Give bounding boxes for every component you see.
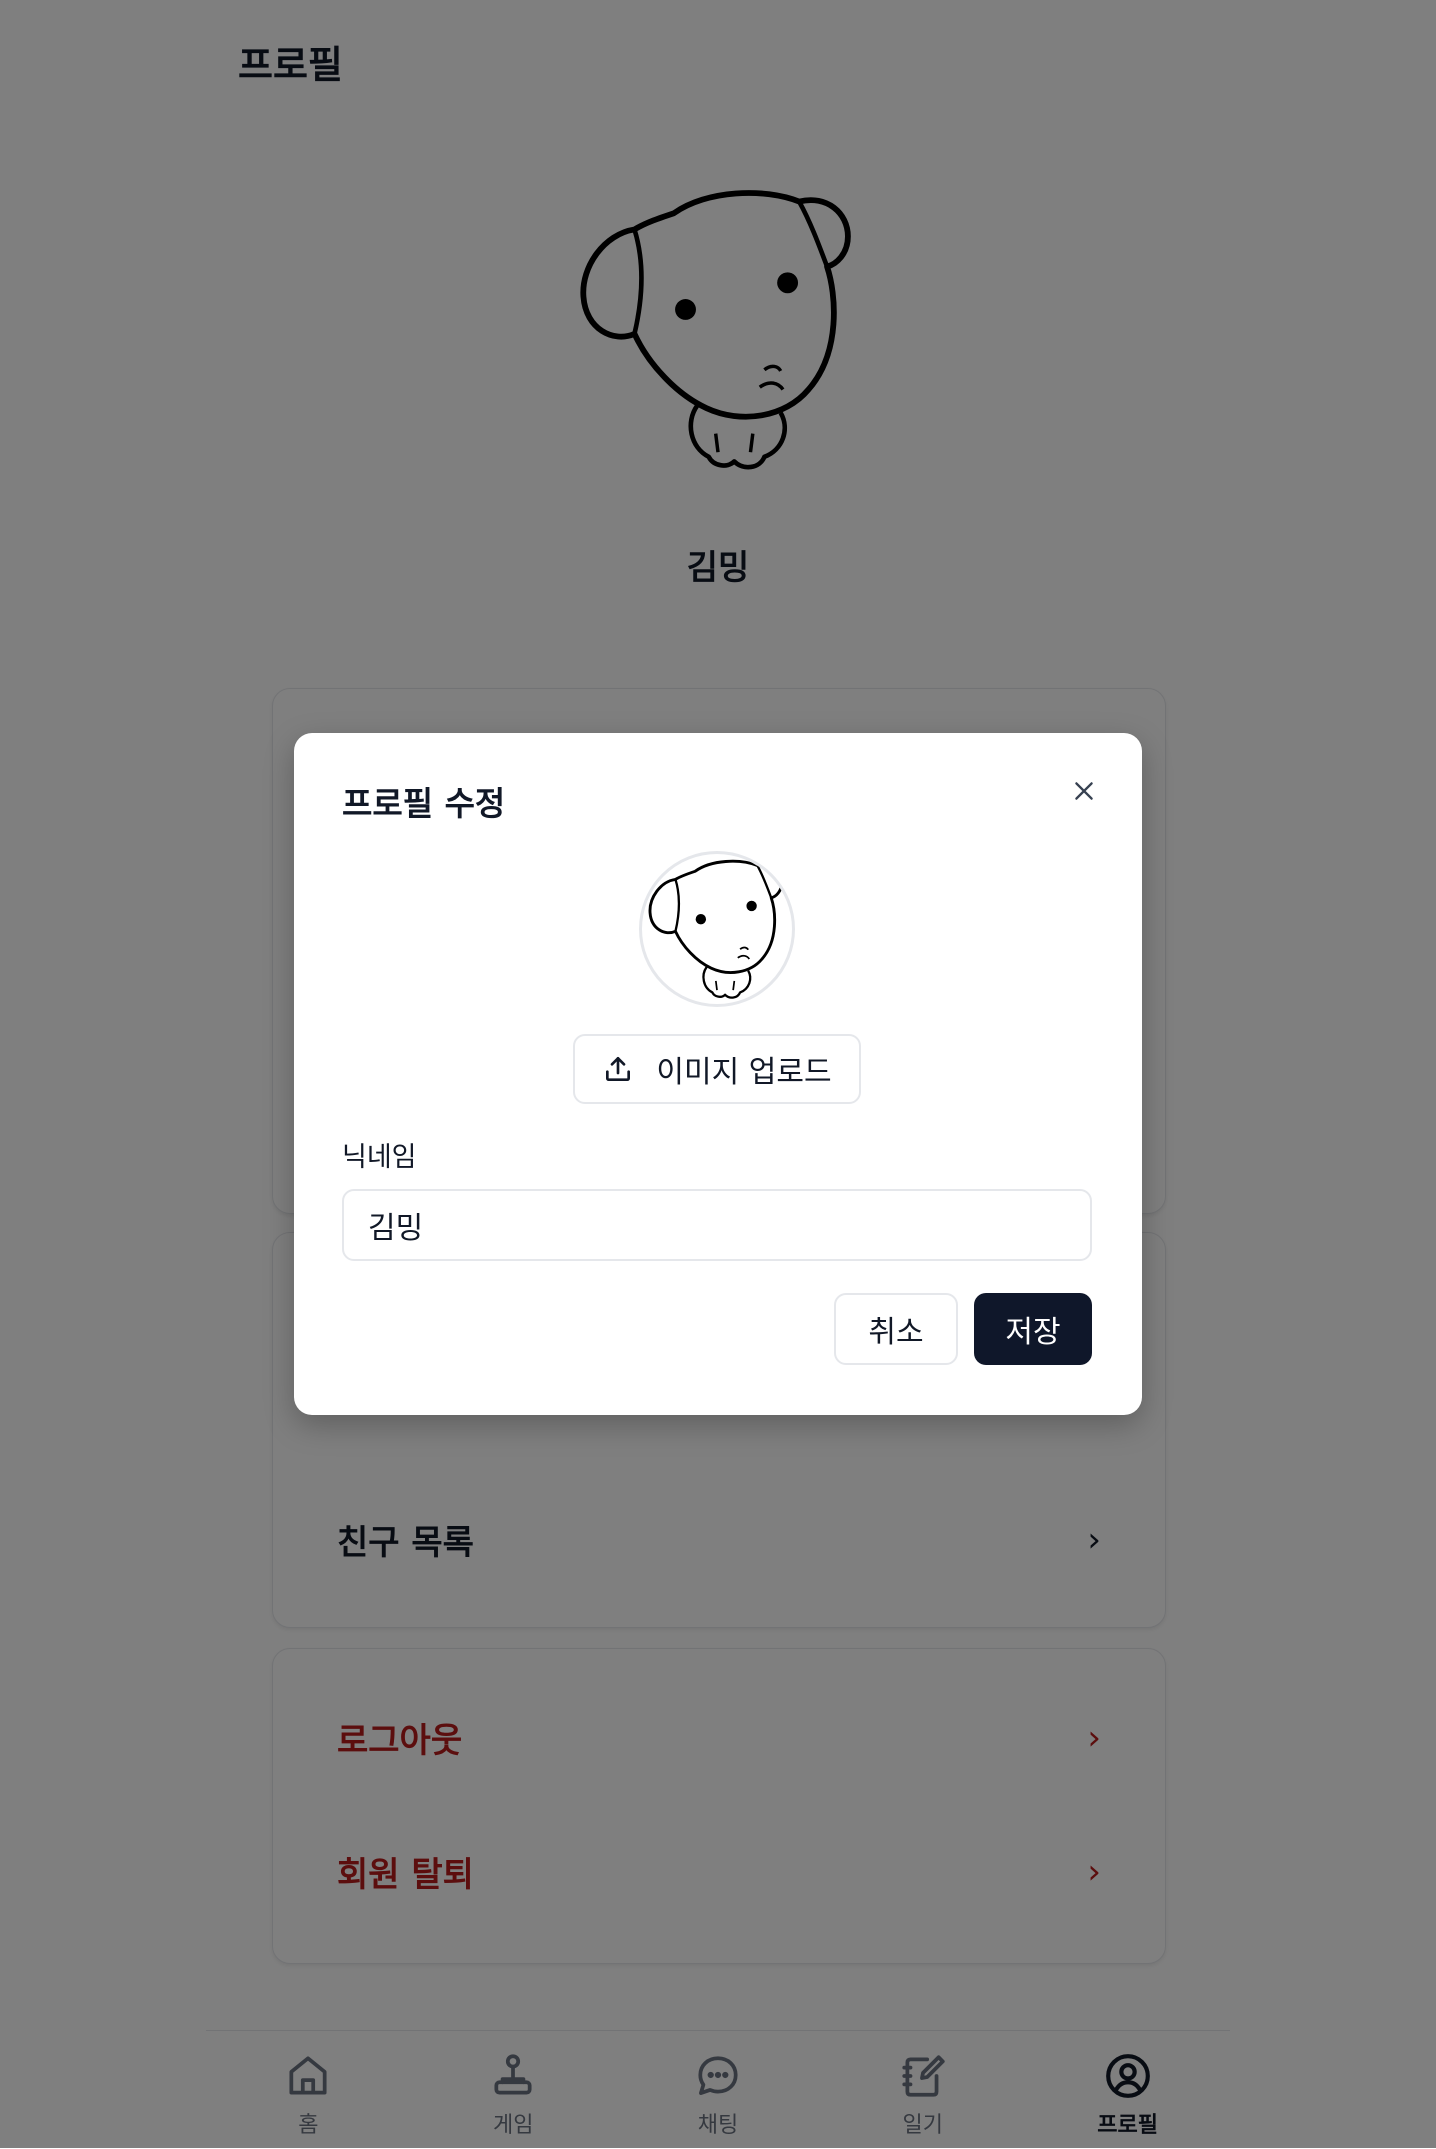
upload-image-button[interactable]: 이미지 업로드 xyxy=(573,1034,861,1104)
save-button[interactable]: 저장 xyxy=(974,1293,1092,1365)
avatar-image xyxy=(648,859,784,1000)
modal-title: 프로필 수정 xyxy=(342,784,506,823)
edit-profile-modal: 프로필 수정 이미지 업로드 닉네임 취소 저장 xyxy=(294,733,1142,1415)
upload-icon xyxy=(606,1057,631,1081)
cancel-button[interactable]: 취소 xyxy=(834,1293,958,1365)
close-icon xyxy=(1075,782,1093,800)
upload-button-label: 이미지 업로드 xyxy=(656,1055,832,1090)
nickname-label: 닉네임 xyxy=(342,1142,417,1173)
nickname-input[interactable] xyxy=(342,1189,1092,1261)
modal-avatar xyxy=(639,851,795,1007)
close-button[interactable] xyxy=(1066,773,1102,809)
